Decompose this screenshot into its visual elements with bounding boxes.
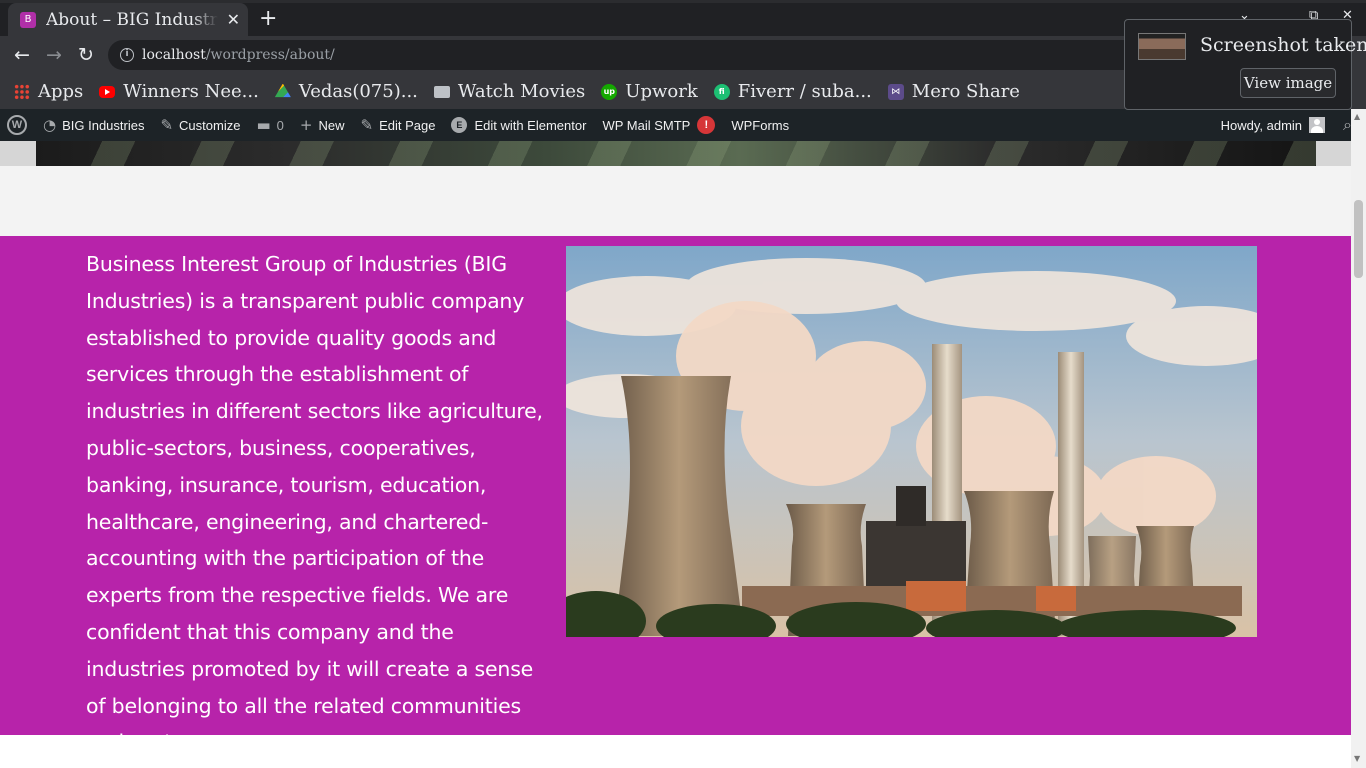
screenshot-thumbnail[interactable] (1138, 33, 1186, 60)
bookmark-label: Watch Movies (457, 81, 586, 102)
hero-right-gutter (1316, 141, 1351, 166)
wordpress-logo-button[interactable]: W (0, 109, 35, 141)
bookmark-label: Fiverr / suba... (737, 81, 872, 102)
new-content-link[interactable]: + New (292, 109, 353, 141)
admin-bar-right: Howdy, admin ⌕ (1213, 109, 1366, 141)
edit-page-label: Edit Page (379, 117, 436, 133)
comments-count: 0 (276, 117, 284, 133)
tab-title: About – BIG Industries (46, 9, 218, 30)
apps-grid-icon (14, 83, 30, 100)
brush-icon: ✎ (160, 116, 174, 134)
bookmark-apps[interactable]: Apps (14, 81, 83, 102)
bookmark-label: Mero Share (911, 81, 1020, 102)
bookmark-mero-share[interactable]: ⋈ Mero Share (887, 81, 1020, 102)
wp-admin-bar: W ◔ BIG Industries ✎ Customize ▬ 0 + New ✎ Ed… (0, 109, 1366, 141)
plus-icon: + (299, 116, 313, 134)
wpforms-link[interactable]: WPForms (723, 109, 797, 141)
reload-button[interactable]: ↻ (73, 42, 99, 68)
view-image-button[interactable]: View image (1240, 68, 1336, 98)
new-tab-button[interactable]: + (259, 6, 277, 31)
screenshot-notification: Screenshot taken View image (1124, 19, 1366, 110)
new-label: New (318, 117, 345, 133)
comment-icon: ▬ (256, 116, 271, 134)
forward-button[interactable]: → (41, 42, 67, 68)
mero-share-icon: ⋈ (887, 83, 904, 100)
google-drive-icon (274, 83, 291, 98)
customize-link[interactable]: ✎ Customize (152, 109, 248, 141)
url-text: localhost/wordpress/about/ (142, 47, 335, 63)
scrollbar-thumb[interactable] (1354, 200, 1363, 278)
avatar (1309, 117, 1326, 133)
bookmark-vedas[interactable]: Vedas(075)... (274, 81, 418, 102)
account-menu[interactable]: Howdy, admin (1213, 109, 1333, 141)
notification-title: Screenshot taken (1200, 34, 1366, 56)
next-section (0, 735, 1351, 768)
about-paragraph: Business Interest Group of Industries (B… (86, 252, 543, 754)
upwork-icon: up (601, 83, 618, 100)
comments-link[interactable]: ▬ 0 (248, 109, 291, 141)
power-plant-image (566, 246, 1257, 637)
youtube-icon (99, 85, 116, 98)
address-bar[interactable]: i localhost/wordpress/about/ (108, 40, 1268, 70)
howdy-label: Howdy, admin (1220, 117, 1303, 133)
bookmark-fiverr[interactable]: fi Fiverr / suba... (713, 81, 872, 102)
alert-badge: ! (697, 116, 716, 134)
wp-mail-smtp-link[interactable]: WP Mail SMTP! (594, 109, 723, 141)
wpforms-label: WPForms (731, 117, 790, 133)
back-button[interactable]: ← (9, 42, 35, 68)
scroll-down-arrow-icon[interactable]: ▼ (1354, 754, 1360, 763)
bookmark-winners[interactable]: Winners Nee... (99, 81, 259, 102)
folder-icon (433, 85, 450, 98)
edit-elementor-link[interactable]: E Edit with Elementor (443, 109, 594, 141)
site-name-label: BIG Industries (62, 117, 145, 133)
bookmark-label: Apps (38, 81, 84, 102)
edit-elementor-label: Edit with Elementor (474, 117, 587, 133)
wp-mail-smtp-label: WP Mail SMTP (602, 117, 691, 133)
url-path: /wordpress/about/ (205, 47, 335, 63)
bookmark-label: Upwork (625, 81, 698, 102)
customize-label: Customize (179, 117, 241, 133)
site-name-link[interactable]: ◔ BIG Industries (35, 109, 152, 141)
fiverr-icon: fi (713, 83, 730, 100)
bookmark-label: Vedas(075)... (298, 81, 418, 102)
site-favicon-icon: B (20, 11, 36, 28)
hero-image-strip (36, 141, 1316, 166)
elementor-icon: E (451, 117, 468, 133)
close-tab-icon[interactable]: ✕ (227, 10, 240, 29)
url-host: localhost (142, 47, 206, 63)
hero-left-gutter (0, 141, 36, 166)
scroll-up-arrow-icon[interactable]: ▲ (1354, 112, 1360, 121)
bookmark-watch-movies[interactable]: Watch Movies (433, 81, 586, 102)
edit-page-link[interactable]: ✎ Edit Page (352, 109, 443, 141)
wordpress-icon: W (7, 115, 27, 135)
pencil-icon: ✎ (360, 116, 374, 134)
site-info-icon[interactable]: i (120, 48, 134, 62)
bookmark-label: Winners Nee... (123, 81, 259, 102)
dashboard-icon: ◔ (43, 116, 57, 134)
bookmark-upwork[interactable]: up Upwork (601, 81, 698, 102)
active-tab[interactable]: B About – BIG Industries ✕ (8, 3, 248, 36)
